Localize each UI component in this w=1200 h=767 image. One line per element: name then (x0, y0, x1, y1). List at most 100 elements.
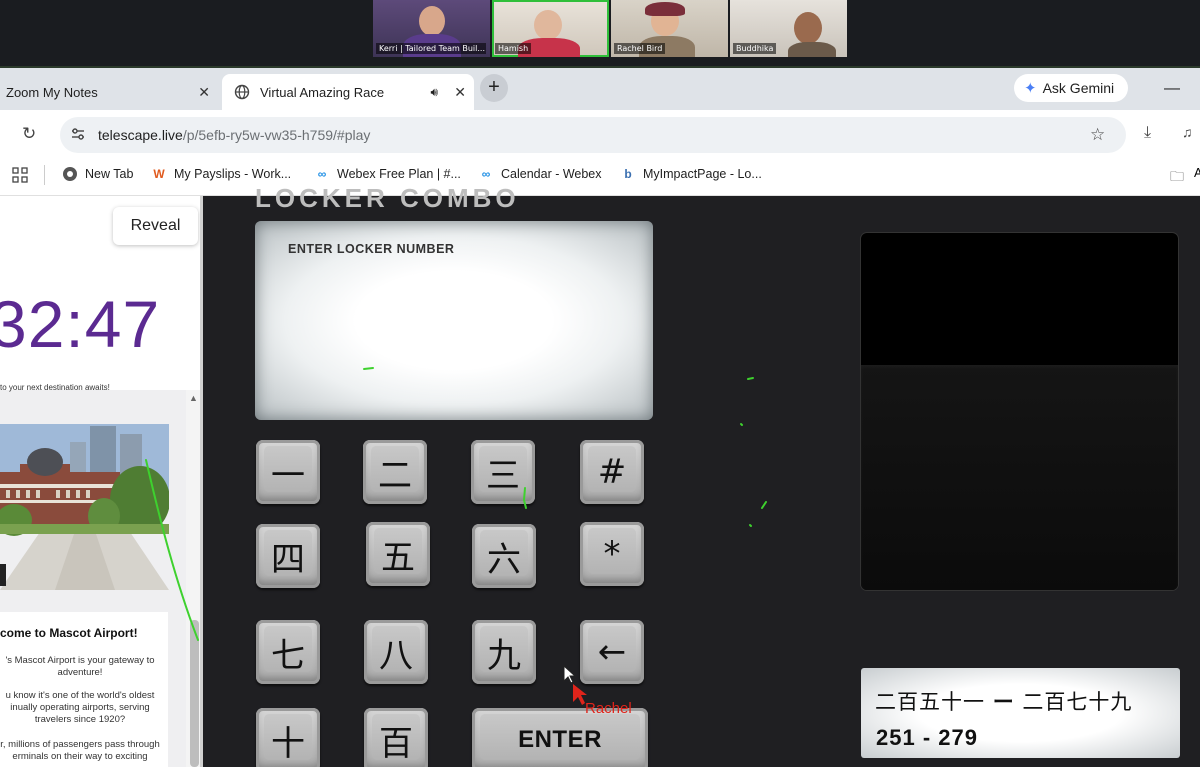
locker-window-lower (861, 365, 1178, 590)
gemini-label: Ask Gemini (1042, 80, 1115, 96)
url-domain: telescape.live (98, 127, 183, 143)
keypad-key-6[interactable]: 六 (472, 524, 536, 588)
participant-name: Buddhika (733, 43, 777, 54)
bookmark-calendar-webex[interactable]: ∞ Calendar - Webex (478, 166, 602, 182)
keypad-key-7[interactable]: 七 (256, 620, 320, 684)
keypad-key-1[interactable]: 一 (256, 440, 320, 504)
participant-name: Rachel Bird (614, 43, 666, 54)
participant-name: Kerri | Tailored Team Buil... (376, 43, 486, 54)
keypad-key-2[interactable]: 二 (363, 440, 427, 504)
minimize-button[interactable]: — (1164, 80, 1180, 98)
participant-body (788, 42, 836, 57)
hint-from: 二百五十一 (875, 690, 985, 714)
key-label: 三 (486, 455, 520, 496)
destination-paragraph: u know it's one of the world's oldest in… (5, 690, 155, 725)
participant-avatar (534, 10, 562, 40)
hint-to: 二百七十九 (1022, 690, 1133, 714)
media-controls-icon[interactable]: ♫ (1182, 124, 1193, 140)
key-label: 八 (379, 635, 413, 676)
webex-icon: ∞ (481, 167, 491, 181)
destination-paragraph: 's Mascot Airport is your gateway to adv… (5, 655, 155, 678)
keypad-key-100[interactable]: 百 (364, 708, 428, 767)
key-label: 二 (378, 455, 412, 496)
reload-icon[interactable]: ↻ (22, 124, 36, 144)
globe-icon (234, 84, 250, 100)
keypad-key-star[interactable]: * (580, 522, 644, 586)
bookmark-star-icon[interactable]: ☆ (1090, 125, 1105, 145)
bookmark-overflow[interactable]: A (1194, 166, 1200, 180)
key-label: * (603, 534, 621, 574)
key-label: # (597, 452, 627, 492)
hint-dash: ー (992, 690, 1015, 714)
destination-card-title: come to Mascot Airport! (0, 626, 138, 640)
participant-tile-active[interactable]: Hamish (492, 0, 609, 57)
participant-tile[interactable]: Buddhika (730, 0, 847, 57)
scrollbar-thumb[interactable] (190, 620, 199, 767)
screen-prompt: ENTER LOCKER NUMBER (288, 242, 455, 256)
impact-icon: b (624, 167, 632, 181)
participant-name: Hamish (495, 43, 532, 54)
url-path: /p/5efb-ry5w-vw35-h759/#play (182, 127, 371, 143)
workday-icon: W (153, 167, 165, 181)
bookmark-label: New Tab (85, 167, 134, 181)
game-heading: LOCKER COMBO (255, 183, 520, 213)
screen: Kerri | Tailored Team Buil... Hamish Rac… (0, 0, 1200, 767)
bookmark-payslips[interactable]: W My Payslips - Work... (151, 166, 291, 182)
download-icon[interactable]: ⤓ (1144, 124, 1151, 142)
key-label: 五 (381, 537, 415, 578)
bookmark-label: MyImpactPage - Lo... (643, 167, 762, 181)
reveal-button[interactable]: Reveal (113, 207, 198, 245)
key-label: 四 (271, 539, 305, 580)
bookmark-label: My Payslips - Work... (174, 167, 292, 181)
bookmark-new-tab[interactable]: New Tab (62, 166, 133, 182)
key-label: ← (597, 632, 627, 672)
destination-intro-text: to your next destination awaits! (0, 383, 110, 392)
zoom-video-tiles: Kerri | Tailored Team Buil... Hamish Rac… (373, 0, 847, 57)
keypad-key-4[interactable]: 四 (256, 524, 320, 588)
key-label: 一 (271, 455, 305, 496)
participant-tile[interactable]: Rachel Bird (611, 0, 728, 57)
key-label: 百 (379, 723, 413, 764)
keypad-key-9[interactable]: 九 (472, 620, 536, 684)
hint-kanji-range: 二百五十一 ー 二百七十九 (875, 686, 1132, 716)
keypad-key-10[interactable]: 十 (256, 708, 320, 767)
keypad-key-8[interactable]: 八 (364, 620, 428, 684)
tab-virtual-amazing-race[interactable]: Virtual Amazing Race 🔊︎ ✕ (222, 74, 474, 110)
speaker-icon[interactable]: 🔊︎ (430, 85, 438, 100)
hint-number-range: 251 - 279 (876, 725, 978, 750)
chrome-icon (63, 167, 77, 181)
gemini-sparkle-icon: ✦ (1024, 80, 1037, 97)
collaborator-cursor-label: Rachel (585, 700, 632, 717)
participant-tile[interactable]: Kerri | Tailored Team Buil... (373, 0, 490, 57)
tokyo-station-photo (0, 424, 169, 590)
keypad-key-hash[interactable]: # (580, 440, 644, 504)
participant-body (645, 2, 685, 16)
participant-avatar (794, 12, 822, 44)
key-label: 六 (487, 539, 521, 580)
keypad-key-3[interactable]: 三 (471, 440, 535, 504)
close-icon[interactable]: ✕ (198, 84, 210, 101)
keypad-key-backspace[interactable]: ← (580, 620, 644, 684)
bookmark-myimpactpage[interactable]: b MyImpactPage - Lo... (620, 166, 762, 182)
key-label: 九 (487, 635, 521, 676)
new-tab-button[interactable]: + (480, 74, 508, 102)
ask-gemini-button[interactable]: ✦ Ask Gemini (1014, 74, 1128, 102)
participant-avatar (419, 6, 445, 36)
folder-icon[interactable]: 🗀 (1170, 166, 1184, 190)
locker-window (861, 233, 1178, 590)
destination-paragraph: r, millions of passengers pass through e… (0, 739, 160, 762)
bookmarks-separator (44, 165, 45, 185)
scroll-up-arrow-icon[interactable]: ▲ (189, 393, 198, 403)
key-label: 十 (271, 723, 305, 764)
apps-grid-icon[interactable] (12, 167, 28, 183)
bookmark-webex-free[interactable]: ∞ Webex Free Plan | #... (314, 166, 461, 182)
close-icon[interactable]: ✕ (454, 84, 466, 101)
bookmark-label: Webex Free Plan | #... (337, 167, 461, 181)
tab-zoom-my-notes[interactable]: Zoom My Notes ✕ (0, 74, 218, 110)
keypad-key-5[interactable]: 五 (366, 522, 430, 586)
tab-title: Virtual Amazing Race (260, 84, 385, 100)
site-settings-icon[interactable] (70, 126, 86, 142)
url-text[interactable]: telescape.live/p/5efb-ry5w-vw35-h759/#pl… (98, 127, 370, 143)
key-label: 七 (271, 635, 305, 676)
key-label: ENTER (518, 726, 602, 753)
